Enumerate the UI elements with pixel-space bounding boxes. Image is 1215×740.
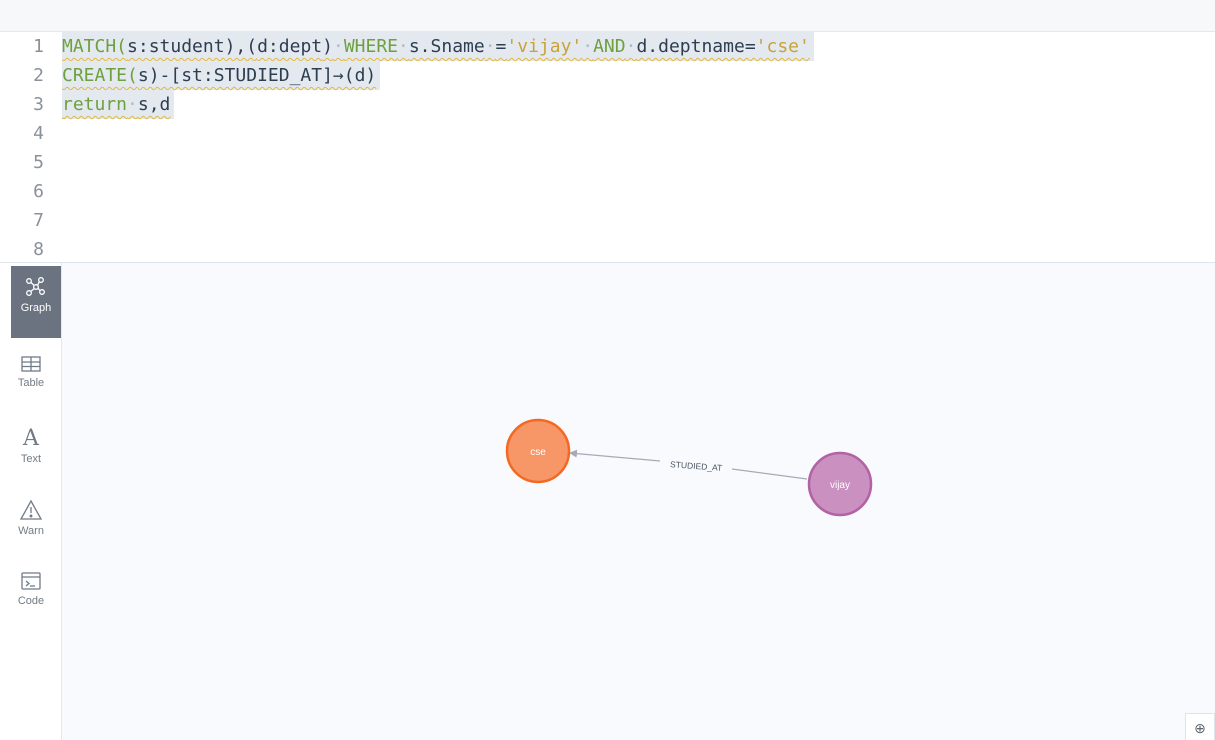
code-token: ) [322, 36, 333, 57]
code-token: AND [593, 36, 626, 57]
svg-text:A: A [22, 426, 40, 449]
table-icon [21, 356, 41, 372]
editor-line[interactable]: 6 [0, 177, 1215, 206]
result-frame: Graph Table A Text Warn Code STUDIED_AT … [0, 262, 1215, 740]
query-editor[interactable]: 1 MATCH(s:student),(d:dept)·WHERE·s.Sname… [0, 32, 1215, 262]
tab-text[interactable]: A Text [0, 415, 62, 487]
code-icon [21, 572, 41, 590]
editor-line[interactable]: 4 [0, 119, 1215, 148]
code-token: · [127, 94, 138, 115]
code-token: · [625, 36, 637, 57]
relationship-label: STUDIED_AT [670, 459, 723, 473]
code-token: d.deptname= [636, 36, 756, 57]
editor-line[interactable]: 2 CREATE(s)-[st:STUDIED_AT]→(d) [0, 61, 1215, 90]
code-token: ),( [224, 36, 258, 57]
editor-line[interactable]: 3 return·s,d [0, 90, 1215, 119]
zoom-in-button[interactable]: ⊕ [1185, 713, 1215, 740]
code-token: return [62, 94, 128, 115]
code-token: s,d [137, 94, 171, 115]
relationship-line-arrow[interactable] [569, 449, 661, 462]
line-number: 1 [33, 36, 44, 57]
node-cse-label: cse [530, 447, 546, 458]
node-vijay[interactable]: vijay [807, 451, 873, 517]
line-number: 2 [33, 65, 44, 86]
code-text: CREATE(s)-[st:STUDIED_AT]→(d) [62, 61, 381, 90]
code-token: · [582, 36, 594, 57]
top-bar [0, 0, 1215, 32]
code-token: · [398, 36, 409, 57]
tab-code[interactable]: Code [0, 561, 62, 633]
tab-warn-label: Warn [18, 525, 44, 537]
text-icon: A [22, 426, 40, 449]
graph-visualization: STUDIED_AT cse vijay [505, 418, 873, 517]
line-number: 7 [33, 210, 44, 231]
code-token: · [484, 36, 496, 57]
tab-text-label: Text [20, 453, 42, 465]
code-token: MATCH( [62, 36, 128, 57]
code-token: WHERE [343, 36, 398, 57]
tab-graph[interactable]: Graph [11, 266, 61, 338]
editor-line[interactable]: 5 [0, 148, 1215, 177]
editor-line[interactable]: 1 MATCH(s:student),(d:dept)·WHERE·s.Sname… [0, 32, 1215, 61]
tab-graph-label: Graph [20, 302, 52, 314]
line-number: 6 [33, 181, 44, 202]
code-text: MATCH(s:student),(d:dept)·WHERE·s.Sname·… [62, 32, 814, 61]
view-sidebar: Graph Table A Text Warn Code [0, 263, 62, 740]
node-cse[interactable]: cse [505, 418, 571, 484]
line-number: 8 [33, 239, 44, 260]
code-token: s:student [127, 36, 225, 57]
code-token: d:dept [257, 36, 323, 57]
line-number: 4 [33, 123, 44, 144]
graph-canvas[interactable]: STUDIED_AT cse vijay [62, 263, 1215, 740]
warn-icon [19, 499, 43, 520]
code-token: CREATE( [62, 65, 138, 86]
code-token: 'vijay' [506, 36, 583, 57]
code-token: s)-[st:STUDIED_AT]→(d) [137, 65, 377, 86]
graph-icon [26, 277, 45, 296]
tab-table-label: Table [17, 377, 45, 389]
line-number: 3 [33, 94, 44, 115]
node-vijay-label: vijay [830, 480, 850, 491]
code-token: 'cse' [755, 36, 810, 57]
tab-code-label: Code [17, 595, 45, 607]
editor-line[interactable]: 8 [0, 235, 1215, 264]
code-token: = [495, 36, 507, 57]
code-token: s.Sname [408, 36, 485, 57]
code-token: · [332, 36, 344, 57]
editor-line[interactable]: 7 [0, 206, 1215, 235]
relationship-line[interactable] [731, 468, 808, 480]
code-text: return·s,d [62, 90, 175, 119]
tab-table[interactable]: Table [0, 345, 62, 417]
line-number: 5 [33, 152, 44, 173]
tab-warn[interactable]: Warn [0, 489, 62, 561]
